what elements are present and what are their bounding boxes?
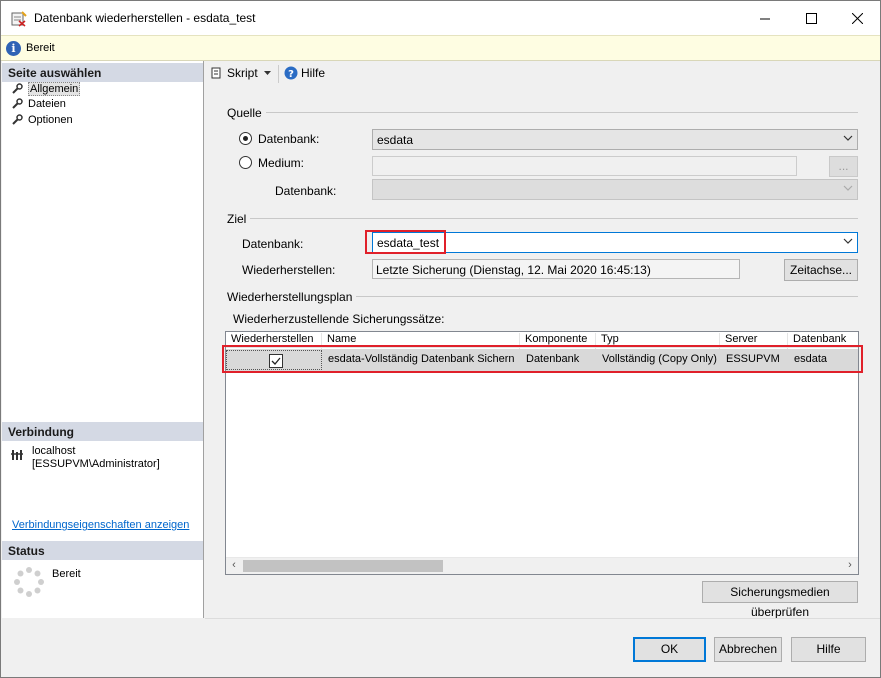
scroll-thumb[interactable] [243,560,443,572]
status-text: Bereit [52,568,81,580]
help-icon: ? [284,66,298,80]
source-database-value: esdata [377,133,414,147]
target-group-line [227,218,858,219]
script-label: Skript [227,66,258,80]
highlight-backup-row [222,345,863,373]
connection-properties-link[interactable]: Verbindungseigenschaften anzeigen [12,519,189,531]
script-icon [211,67,221,79]
left-pane: Seite auswählen Allgemein Dateien Option… [2,61,204,618]
plan-group-label: Wiederherstellungsplan [227,290,357,304]
wrench-icon [12,114,23,125]
info-icon: i [6,41,21,56]
select-page-header: Seite auswählen [2,63,203,82]
source-group-line [227,112,858,113]
help-label: Hilfe [301,66,326,80]
page-item-options[interactable]: Optionen [11,114,73,126]
scroll-right-icon[interactable]: › [842,559,858,574]
title-bar: Datenbank wiederherstellen - esdata_test [1,1,880,35]
connection-user: [ESSUPVM\Administrator] [32,458,160,470]
window-title: Datenbank wiederherstellen - esdata_test [34,11,256,25]
wrench-icon [12,83,23,94]
restore-to-field: Letzte Sicherung (Dienstag, 12. Mai 2020… [372,259,740,279]
svg-text:?: ? [288,69,294,80]
source-device-db-select[interactable] [372,179,858,200]
highlight-target-database [365,230,446,254]
connection-icon [11,450,23,460]
progress-spinner-icon [14,567,44,597]
horizontal-scrollbar[interactable]: ‹ › [226,557,858,574]
maximize-icon [805,12,817,24]
source-database-select[interactable]: esdata [372,129,858,150]
close-button[interactable] [834,1,880,35]
target-group-label: Ziel [227,212,251,226]
source-device-radio-label: Medium: [258,156,305,170]
scroll-left-icon[interactable]: ‹ [226,559,242,574]
timeline-button[interactable]: Zeitachse... [784,259,858,281]
chevron-down-icon [263,71,271,75]
close-icon [851,12,863,24]
source-device-radio[interactable] [239,156,252,169]
restore-database-window: Datenbank wiederherstellen - esdata_test… [0,0,881,678]
chevron-down-icon [843,185,853,191]
status-header: Status [2,541,203,560]
info-bar-text: Bereit [26,42,55,54]
source-database-radio[interactable] [239,132,252,145]
source-device-input[interactable] [372,156,797,176]
maximize-button[interactable] [788,1,834,35]
source-device-browse-button[interactable]: ... [829,156,858,177]
help-button[interactable]: ? Hilfe [284,66,325,80]
script-button[interactable]: Skript [209,66,271,80]
restore-to-label: Wiederherstellen: [242,263,336,277]
chevron-down-icon [843,238,853,244]
chevron-down-icon [843,135,853,141]
minimize-button[interactable] [742,1,788,35]
toolbar: Skript ? Hilfe [205,61,880,87]
cancel-button[interactable]: Abbrechen [714,637,782,662]
database-restore-icon [11,11,27,27]
source-database-radio-label: Datenbank: [258,132,320,146]
connection-header: Verbindung [2,422,203,441]
page-item-label: Optionen [28,114,73,126]
target-database-label: Datenbank: [242,237,304,251]
help-footer-button[interactable]: Hilfe [791,637,866,662]
page-item-label: Dateien [28,98,66,110]
backup-sets-label: Wiederherzustellende Sicherungssätze: [233,312,445,326]
page-item-files[interactable]: Dateien [11,98,66,110]
verify-media-button[interactable]: Sicherungsmedien überprüfen [702,581,858,619]
info-bar: i Bereit [1,35,880,61]
source-group-label: Quelle [227,106,266,120]
source-device-db-label: Datenbank: [275,184,337,198]
page-item-general[interactable]: Allgemein [11,82,81,96]
minimize-icon [759,18,770,19]
ok-button[interactable]: OK [633,637,706,662]
wrench-icon [12,98,23,109]
connection-server: localhost [32,445,76,457]
page-item-label: Allgemein [28,82,81,96]
